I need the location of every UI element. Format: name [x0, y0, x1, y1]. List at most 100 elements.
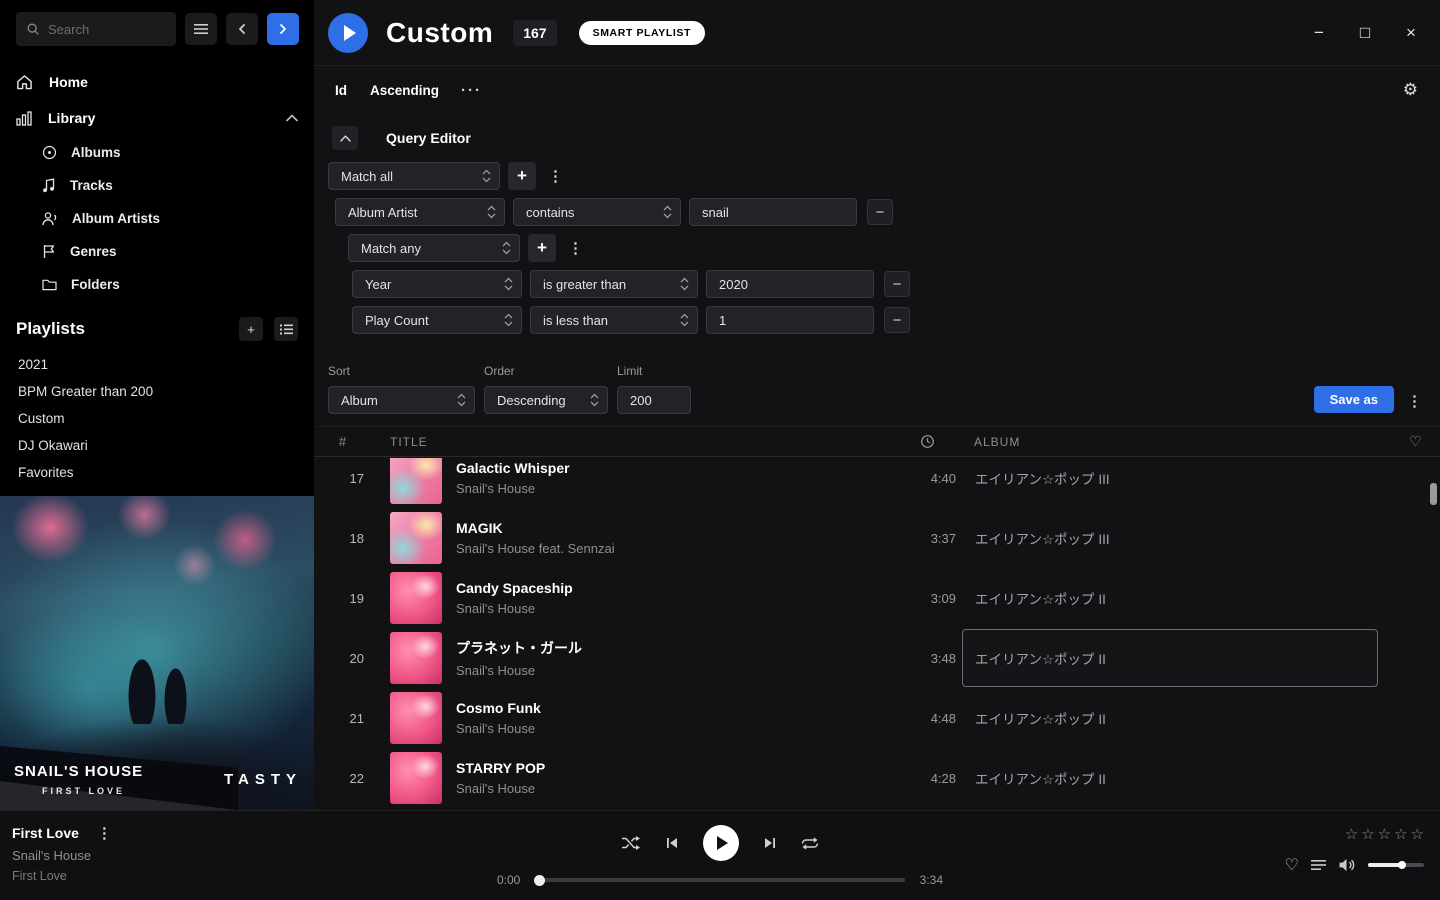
- track-album[interactable]: エイリアン☆ポップ II: [962, 689, 1378, 747]
- now-playing-artist[interactable]: Snail's House: [12, 848, 116, 863]
- save-menu-button[interactable]: ⋮: [1403, 392, 1426, 410]
- menu-button[interactable]: [185, 13, 217, 45]
- playlist-item[interactable]: BPM Greater than 200: [16, 378, 298, 405]
- add-playlist-button[interactable]: +: [239, 317, 263, 341]
- add-group-rule-button[interactable]: +: [528, 234, 556, 262]
- more-options-button[interactable]: ···: [461, 82, 482, 99]
- track-album[interactable]: エイリアン☆ポップ II: [962, 749, 1378, 807]
- title-column-header[interactable]: TITLE: [372, 435, 892, 449]
- collapse-query-editor-button[interactable]: [332, 126, 358, 150]
- duration-column-header[interactable]: [892, 434, 962, 449]
- track-album[interactable]: エイリアン☆ポップ III: [962, 458, 1378, 507]
- group-menu-button[interactable]: ⋮: [564, 239, 587, 257]
- scrollbar-thumb[interactable]: [1430, 483, 1437, 505]
- now-playing-title[interactable]: First Love: [12, 825, 79, 841]
- table-row[interactable]: 22 STARRY POP Snail's House 4:28 エイリアン☆ポ…: [314, 748, 1440, 808]
- favorite-column-header[interactable]: ♡: [1392, 433, 1440, 450]
- repeat-button[interactable]: [801, 836, 819, 851]
- save-as-button[interactable]: Save as: [1314, 386, 1394, 413]
- rule-operator-select[interactable]: contains: [513, 198, 681, 226]
- play-playlist-button[interactable]: [328, 13, 368, 53]
- track-artist[interactable]: Snail's House: [456, 663, 582, 678]
- library-icon: [16, 111, 32, 126]
- maximize-button[interactable]: □: [1350, 18, 1380, 48]
- playlist-item[interactable]: Custom: [16, 405, 298, 432]
- track-artist[interactable]: Snail's House: [456, 481, 570, 496]
- track-artist[interactable]: Snail's House: [456, 601, 573, 616]
- now-playing-album[interactable]: First Love: [12, 869, 116, 883]
- star-icon[interactable]: ☆: [1394, 825, 1407, 843]
- star-icon[interactable]: ☆: [1345, 825, 1358, 843]
- sidebar-item-folders[interactable]: Folders: [0, 268, 314, 301]
- playlist-item[interactable]: 2021: [16, 351, 298, 378]
- remove-rule-button[interactable]: −: [884, 307, 910, 333]
- playlist-list-button[interactable]: [274, 317, 298, 341]
- match-type-select[interactable]: Match all: [328, 162, 500, 190]
- nav-back-button[interactable]: [226, 13, 258, 45]
- track-album[interactable]: エイリアン☆ポップ II: [962, 569, 1378, 627]
- table-row[interactable]: 18 MAGIK Snail's House feat. Sennzai 3:3…: [314, 508, 1440, 568]
- play-pause-button[interactable]: [703, 825, 739, 861]
- track-artist[interactable]: Snail's House: [456, 721, 541, 736]
- rule-value-input[interactable]: [706, 306, 874, 334]
- volume-handle[interactable]: [1398, 861, 1406, 869]
- table-row[interactable]: 21 Cosmo Funk Snail's House 4:48 エイリアン☆ポ…: [314, 688, 1440, 748]
- star-icon[interactable]: ☆: [1361, 825, 1374, 843]
- rule-value-input[interactable]: [706, 270, 874, 298]
- sidebar-item-library[interactable]: Library: [0, 100, 314, 136]
- playlist-item[interactable]: Favorites: [16, 459, 298, 486]
- playlist-item[interactable]: DJ Okawari: [16, 432, 298, 459]
- search-box[interactable]: [16, 12, 176, 46]
- remove-rule-button[interactable]: −: [884, 271, 910, 297]
- seek-slider[interactable]: [535, 878, 904, 882]
- sort-field-button[interactable]: Id: [335, 83, 347, 98]
- rule-operator-select[interactable]: is greater than: [530, 270, 698, 298]
- flag-icon: [42, 244, 56, 259]
- table-row[interactable]: 17 Galactic Whisper Snail's House 4:40 エ…: [314, 458, 1440, 508]
- settings-gear-icon[interactable]: ⚙: [1403, 80, 1418, 100]
- minimize-button[interactable]: −: [1304, 18, 1334, 48]
- volume-slider[interactable]: [1368, 863, 1424, 867]
- seek-handle[interactable]: [534, 875, 545, 886]
- table-row[interactable]: 19 Candy Spaceship Snail's House 3:09 エイ…: [314, 568, 1440, 628]
- previous-track-button[interactable]: [665, 836, 679, 850]
- rule-field-select[interactable]: Play Count: [352, 306, 522, 334]
- star-icon[interactable]: ☆: [1378, 825, 1391, 843]
- remove-rule-button[interactable]: −: [867, 199, 893, 225]
- next-track-button[interactable]: [763, 836, 777, 850]
- now-playing-menu-button[interactable]: ⋮: [93, 824, 116, 842]
- sidebar-item-genres[interactable]: Genres: [0, 235, 314, 268]
- sidebar-item-albums[interactable]: Albums: [0, 136, 314, 169]
- now-playing-artwork[interactable]: SNAIL'S HOUSE FIRST LOVE TASTY: [0, 496, 314, 810]
- track-album-focused[interactable]: エイリアン☆ポップ II: [962, 629, 1378, 687]
- queue-button[interactable]: [1311, 859, 1326, 871]
- rule-field-select[interactable]: Year: [352, 270, 522, 298]
- table-row[interactable]: 20 プラネット・ガール Snail's House 3:48 エイリアン☆ポッ…: [314, 628, 1440, 688]
- search-input[interactable]: [48, 22, 166, 37]
- rule-group-menu-button[interactable]: ⋮: [544, 167, 567, 185]
- sort-select[interactable]: Album: [328, 386, 475, 414]
- add-rule-button[interactable]: +: [508, 162, 536, 190]
- index-column-header[interactable]: #: [314, 434, 372, 449]
- track-artist[interactable]: Snail's House: [456, 781, 545, 796]
- rule-field-select[interactable]: Album Artist: [335, 198, 505, 226]
- shuffle-button[interactable]: [621, 835, 641, 851]
- rule-operator-select[interactable]: is less than: [530, 306, 698, 334]
- rule-value-input[interactable]: [689, 198, 857, 226]
- sidebar-item-home[interactable]: Home: [0, 64, 314, 100]
- track-album[interactable]: エイリアン☆ポップ III: [962, 509, 1378, 567]
- sort-direction-button[interactable]: Ascending: [370, 83, 439, 98]
- star-icon[interactable]: ☆: [1411, 825, 1424, 843]
- chevron-up-icon[interactable]: [286, 114, 298, 122]
- sidebar-item-album-artists[interactable]: Album Artists: [0, 202, 314, 235]
- volume-button[interactable]: [1338, 858, 1356, 872]
- nav-forward-button[interactable]: [267, 13, 299, 45]
- limit-input[interactable]: [617, 386, 691, 414]
- album-column-header[interactable]: ALBUM: [962, 435, 1392, 449]
- order-select[interactable]: Descending: [484, 386, 608, 414]
- favorite-button[interactable]: ♡: [1285, 855, 1299, 875]
- group-match-type-select[interactable]: Match any: [348, 234, 520, 262]
- sidebar-item-tracks[interactable]: Tracks: [0, 169, 314, 202]
- close-button[interactable]: ×: [1396, 18, 1426, 48]
- track-artist[interactable]: Snail's House feat. Sennzai: [456, 541, 615, 556]
